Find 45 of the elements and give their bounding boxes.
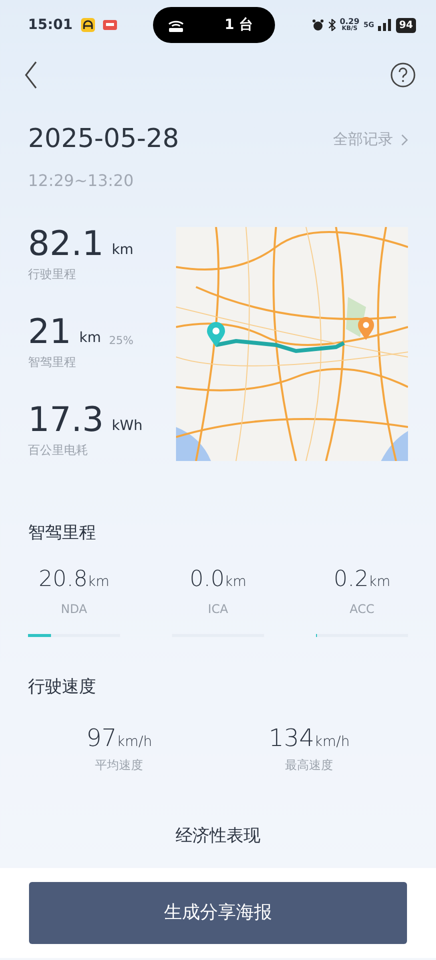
- speed-value: 134: [268, 723, 314, 754]
- speed-unit: km/h: [116, 733, 152, 752]
- stat-percentage: 25%: [109, 332, 134, 348]
- back-icon[interactable]: [24, 61, 38, 89]
- help-icon[interactable]: [390, 62, 416, 88]
- end-pin-icon: [357, 316, 375, 340]
- stat-label: 智驾里程: [28, 354, 77, 371]
- speed-label: 最高速度: [285, 757, 334, 774]
- battery-level: 94: [396, 18, 416, 32]
- section-title: 行驶速度: [28, 676, 97, 698]
- stat-label: 行驶里程: [28, 266, 77, 283]
- car-app-icon: [80, 18, 95, 32]
- trip-time-range: 12:29~13:20: [28, 171, 134, 190]
- share-poster-button[interactable]: 生成分享海报: [29, 882, 407, 944]
- mode-distance: 0.0: [190, 566, 225, 594]
- section-title: 经济性表现: [176, 826, 260, 846]
- hotspot-icon: [167, 18, 186, 32]
- chevron-icon: [401, 134, 408, 146]
- alarm-icon: [312, 19, 324, 31]
- mode-unit: km: [368, 572, 390, 592]
- stat-unit: kWh: [112, 417, 143, 436]
- stat-unit: km: [112, 241, 134, 260]
- stat-value: 17.3: [28, 403, 104, 437]
- mode-label: ACC: [350, 600, 374, 618]
- bluetooth-icon: [328, 19, 336, 31]
- mode-unit: km: [88, 572, 110, 592]
- mode-label: ICA: [208, 600, 228, 618]
- stat-label: 百公里电耗: [28, 442, 89, 459]
- status-time: 15:01: [28, 16, 73, 34]
- mode-distance: 20.8: [38, 566, 88, 594]
- net-speed: 0.29: [340, 18, 360, 26]
- stat-unit: km: [79, 329, 102, 348]
- mode-distance: 0.2: [334, 566, 369, 594]
- stat-value: 21: [28, 315, 72, 349]
- start-pin-icon: [206, 321, 226, 347]
- mode-unit: km: [224, 572, 246, 592]
- section-title: 智驾里程: [28, 522, 97, 545]
- stat-value: 82.1: [28, 227, 104, 261]
- speed-value: 97: [86, 723, 117, 754]
- trip-date: 2025-05-28: [28, 123, 180, 156]
- mode-label: NDA: [60, 600, 88, 618]
- signal-icon: [378, 19, 392, 31]
- speed-label: 平均速度: [95, 757, 144, 774]
- speed-unit: km/h: [314, 733, 350, 752]
- device-count: 1 台: [224, 16, 254, 34]
